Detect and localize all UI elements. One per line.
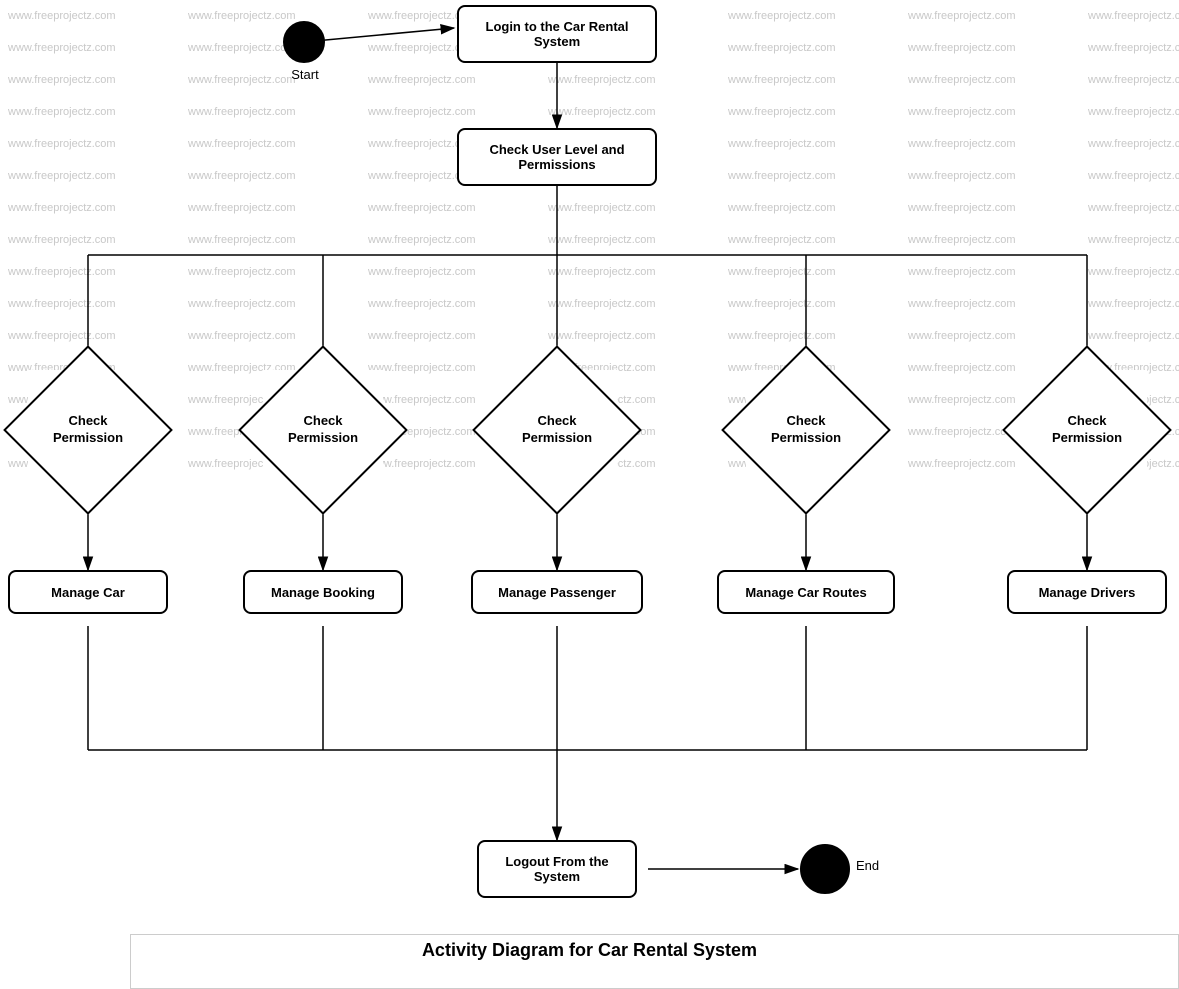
diamond2-label: Check Permission [288, 413, 358, 447]
check-user-node: Check User Level and Permissions [457, 128, 657, 186]
login-node: Login to the Car Rental System [457, 5, 657, 63]
manage-car-routes-label: Manage Car Routes [745, 585, 866, 600]
diamond3-node: Check Permission [497, 370, 617, 490]
diamond5-node: Check Permission [1027, 370, 1147, 490]
diamond1-label: Check Permission [53, 413, 123, 447]
manage-car-routes-node: Manage Car Routes [717, 570, 895, 614]
manage-car-node: Manage Car [8, 570, 168, 614]
manage-car-label: Manage Car [51, 585, 125, 600]
diamond2-node: Check Permission [263, 370, 383, 490]
logout-node: Logout From the System [477, 840, 637, 898]
end-label: End [856, 858, 879, 873]
diamond3-label: Check Permission [522, 413, 592, 447]
start-node [283, 21, 325, 63]
login-label: Login to the Car Rental System [486, 19, 629, 49]
manage-drivers-node: Manage Drivers [1007, 570, 1167, 614]
manage-booking-label: Manage Booking [271, 585, 375, 600]
diamond4-node: Check Permission [746, 370, 866, 490]
diamond1-node: Check Permission [28, 370, 148, 490]
manage-drivers-label: Manage Drivers [1039, 585, 1136, 600]
manage-passenger-label: Manage Passenger [498, 585, 616, 600]
diagram-title: Activity Diagram for Car Rental System [0, 940, 1179, 961]
diamond5-label: Check Permission [1052, 413, 1122, 447]
manage-passenger-node: Manage Passenger [471, 570, 643, 614]
diamond4-label: Check Permission [771, 413, 841, 447]
check-user-label: Check User Level and Permissions [489, 142, 624, 172]
manage-booking-node: Manage Booking [243, 570, 403, 614]
logout-label: Logout From the System [505, 854, 608, 884]
start-label: Start [269, 67, 341, 82]
end-node [800, 844, 850, 894]
